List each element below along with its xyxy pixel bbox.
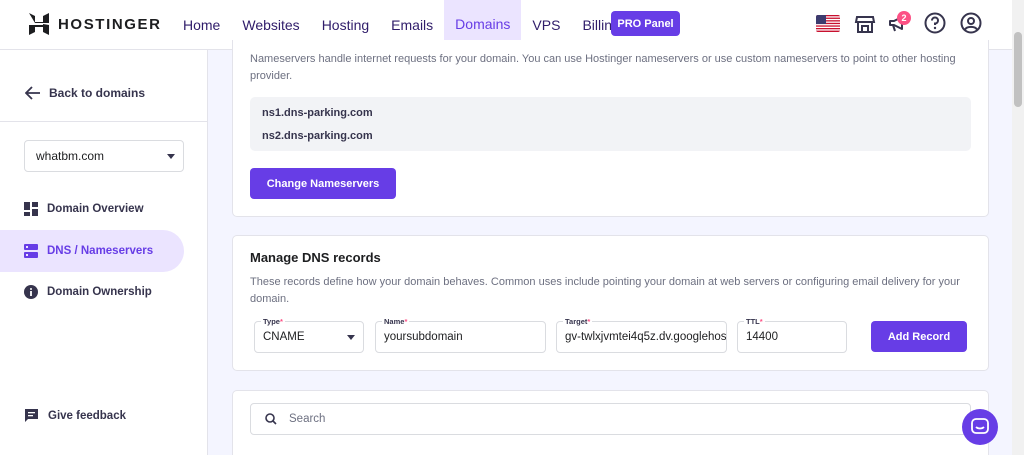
dashboard-icon — [24, 202, 38, 216]
feedback-label: Give feedback — [48, 409, 126, 422]
nameserver-2: ns2.dns-parking.com — [262, 130, 373, 142]
change-nameservers-button[interactable]: Change Nameservers — [250, 168, 396, 199]
sidebar: Back to domains whatbm.com Domain Overvi… — [0, 50, 208, 455]
notification-badge: 2 — [897, 11, 911, 25]
nameserver-1: ns1.dns-parking.com — [262, 107, 373, 119]
chat-support-button[interactable] — [962, 409, 998, 445]
domain-selector[interactable]: whatbm.com — [24, 140, 184, 172]
sidebar-item-label: Domain Ownership — [47, 286, 152, 298]
sidebar-item-label: DNS / Nameservers — [47, 245, 154, 257]
info-icon — [24, 285, 38, 299]
chevron-down-icon — [167, 154, 175, 159]
hostinger-logo-icon — [29, 13, 49, 35]
pro-panel-button[interactable]: PRO Panel — [611, 11, 680, 36]
type-label: Type* — [261, 317, 285, 326]
chevron-down-icon — [347, 335, 355, 340]
search-input[interactable]: Search — [250, 403, 971, 435]
scrollbar-thumb[interactable] — [1014, 32, 1022, 107]
feedback-icon — [25, 409, 38, 422]
sidebar-item-dns-nameservers[interactable]: DNS / Nameservers — [0, 230, 184, 272]
back-to-domains-link[interactable]: Back to domains — [25, 86, 145, 100]
sidebar-item-label: Domain Overview — [47, 203, 144, 215]
hostinger-logo[interactable]: HOSTINGER — [29, 13, 162, 35]
name-label: Name* — [382, 317, 410, 326]
manage-dns-description: These records define how your domain beh… — [250, 276, 960, 305]
manage-dns-card: Manage DNS records These records define … — [232, 235, 989, 371]
us-flag-icon[interactable] — [816, 15, 840, 32]
arrow-left-icon — [25, 86, 40, 100]
store-icon[interactable] — [854, 13, 876, 35]
ttl-label: TTL* — [744, 317, 765, 326]
help-icon[interactable] — [924, 12, 946, 34]
type-select-value: CNAME — [263, 331, 305, 343]
account-icon[interactable] — [960, 12, 982, 34]
add-record-button[interactable]: Add Record — [871, 321, 967, 352]
dns-icon — [24, 244, 38, 258]
back-label: Back to domains — [49, 86, 146, 100]
sidebar-divider — [0, 121, 207, 122]
give-feedback-link[interactable]: Give feedback — [24, 408, 126, 423]
chat-icon — [971, 418, 989, 434]
page-scrollbar[interactable] — [1012, 0, 1024, 455]
sidebar-item-domain-overview[interactable]: Domain Overview — [0, 188, 184, 230]
search-icon — [265, 413, 277, 425]
dns-records-table-card: Search — [232, 390, 989, 455]
manage-dns-title: Manage DNS records — [250, 250, 381, 265]
search-placeholder: Search — [289, 413, 326, 425]
target-label: Target* — [563, 317, 593, 326]
domain-selector-value: whatbm.com — [36, 149, 105, 163]
sidebar-item-domain-ownership[interactable]: Domain Ownership — [0, 271, 184, 313]
brand-name: HOSTINGER — [58, 15, 162, 33]
nav-home[interactable]: Home — [172, 0, 231, 50]
nameservers-description: Nameservers handle internet requests for… — [250, 53, 956, 82]
nameservers-list: ns1.dns-parking.com ns2.dns-parking.com — [250, 97, 971, 151]
nameservers-card: Nameservers handle internet requests for… — [232, 40, 989, 217]
